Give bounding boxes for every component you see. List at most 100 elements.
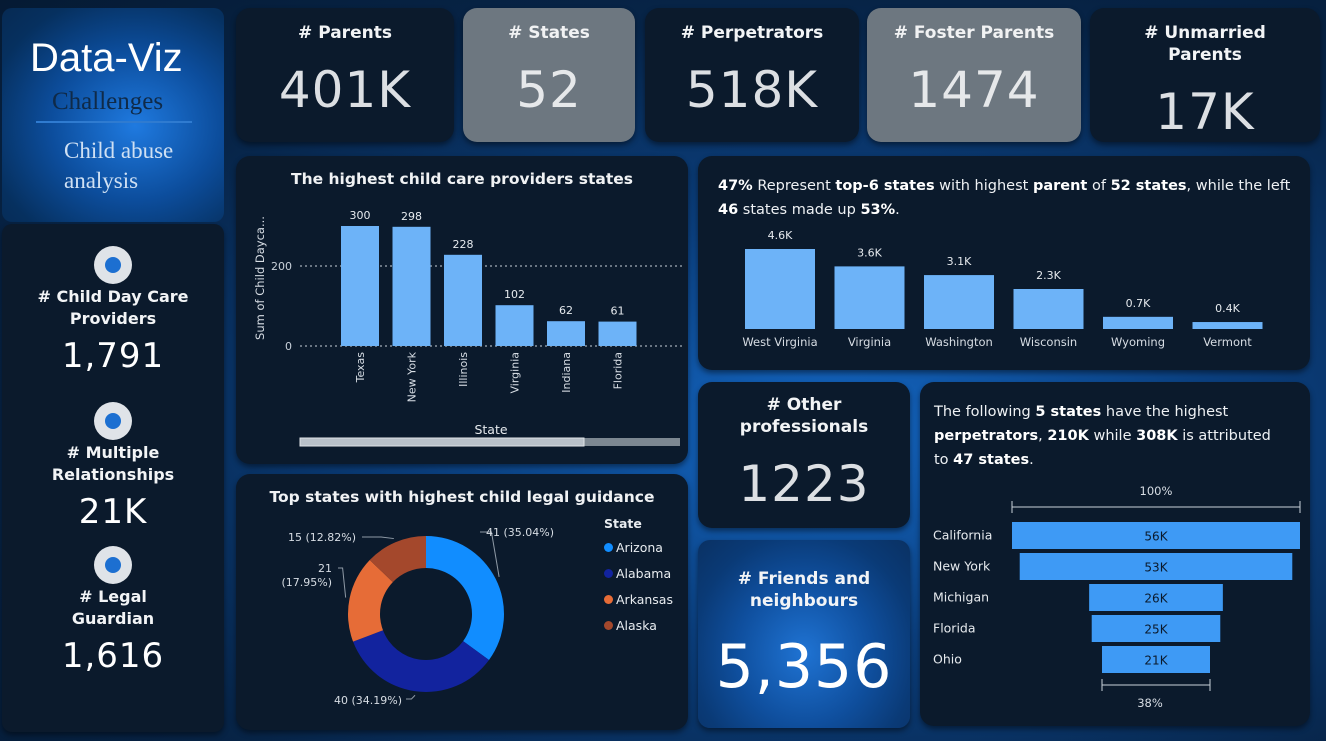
legend-label: Arizona	[616, 540, 663, 555]
kpi-card-unmarried-parents[interactable]: # Unmarried Parents 17K	[1090, 8, 1320, 142]
kpi-card-perpetrators[interactable]: # Perpetrators 518K	[645, 8, 859, 142]
perpetrators-funnel-card[interactable]: The following 5 states have the highest …	[920, 382, 1310, 726]
kpi-child-day-care[interactable]: # Child Day Care Providers 1,791	[2, 246, 224, 378]
leader-line	[406, 694, 416, 700]
parents-states-card[interactable]: 47% Represent top-6 states with highest …	[698, 156, 1310, 370]
data-label: 25K	[1144, 623, 1168, 637]
kpi-card-states[interactable]: # States 52	[463, 8, 635, 142]
data-label: 62	[559, 304, 573, 317]
data-label: 40 (34.19%)	[334, 694, 402, 707]
kpi-label: # Perpetrators	[680, 23, 824, 43]
kpi-label: # Parents	[298, 23, 392, 43]
category-label: California	[933, 528, 992, 543]
data-label: 61	[611, 305, 625, 318]
donut-slice	[426, 536, 504, 661]
legal-guidance-chart-card[interactable]: Top states with highest child legal guid…	[236, 474, 688, 730]
x-tick-label: Indiana	[560, 352, 573, 393]
bar	[444, 254, 482, 346]
bar	[745, 249, 815, 329]
kpi-value: 52	[516, 61, 582, 119]
legend-swatch	[604, 543, 613, 552]
data-label: 0.7K	[1126, 297, 1151, 310]
data-label: 41 (35.04%)	[486, 526, 554, 539]
parents-bar-chart: 4.6K West Virginia 3.6K Virginia 3.1K Washing…	[742, 229, 1263, 349]
bar	[1192, 322, 1263, 329]
kpi-label: # Legal Guardian	[71, 587, 155, 628]
bar	[392, 226, 431, 346]
kpi-value: 17K	[1155, 83, 1255, 141]
kpi-label: # Unmarried Parents	[1144, 23, 1266, 65]
kpi-legal-guardian[interactable]: # Legal Guardian 1,616	[2, 546, 224, 678]
data-label: 4.6K	[768, 229, 793, 242]
legend-swatch	[604, 595, 613, 604]
bar	[924, 275, 994, 329]
data-label: 2.3K	[1036, 269, 1061, 282]
x-tick-label: Vermont	[1203, 335, 1252, 349]
leader-line	[362, 536, 394, 540]
kpi-value: 401K	[278, 61, 412, 119]
data-label: 21K	[1144, 654, 1168, 668]
bar	[1103, 316, 1173, 329]
kpi-card-friends-neighbours[interactable]: # Friends and neighbours 5,356	[698, 540, 910, 728]
brand-title: Data-Viz	[30, 36, 183, 80]
kpi-multiple-relationships[interactable]: # Multiple Relationships 21K	[2, 402, 224, 534]
x-tick-label: Florida	[612, 352, 625, 389]
x-axis-label: State	[474, 422, 507, 437]
category-label: Florida	[933, 621, 976, 636]
kpi-card-foster-parents[interactable]: # Foster Parents 1474	[867, 8, 1081, 142]
data-label: 56K	[1144, 530, 1168, 544]
legend-item[interactable]: Arkansas	[604, 592, 673, 607]
kpi-value: 21K	[78, 492, 148, 532]
legend-item[interactable]: Alaska	[604, 618, 657, 633]
y-tick-label: 0	[285, 340, 292, 353]
child-care-providers-chart-card[interactable]: The highest child care providers states …	[236, 156, 688, 464]
data-label: 3.1K	[947, 255, 972, 268]
data-label: 26K	[1144, 592, 1168, 606]
data-label: 298	[401, 210, 422, 223]
data-label: 21	[318, 562, 332, 575]
brand-divider	[36, 121, 192, 123]
kpi-label: # Child Day Care Providers	[37, 287, 189, 328]
legend-title: State	[604, 516, 642, 531]
funnel-bottom-label: 38%	[1137, 696, 1163, 710]
legend-label: Alabama	[616, 566, 672, 581]
kpi-value: 518K	[685, 61, 819, 119]
left-kpi-panel: # Child Day Care Providers 1,791 # Multi…	[2, 224, 224, 732]
perpetrators-funnel-chart: 100% 56K California 53K New York 26K Michigan 2…	[933, 484, 1301, 710]
kpi-value: 1474	[908, 61, 1040, 119]
brand-panel: Data-Viz Challenges Child abuse analysis	[2, 8, 224, 222]
y-tick-label: 200	[271, 260, 292, 273]
data-label: 53K	[1144, 561, 1168, 575]
circle-dot-icon	[94, 402, 132, 440]
kpi-label: # States	[508, 23, 590, 43]
x-tick-label: Wisconsin	[1020, 335, 1077, 349]
bar	[1013, 289, 1084, 329]
x-tick-label: West Virginia	[742, 335, 817, 349]
legend-item[interactable]: Arizona	[604, 540, 663, 555]
legend-swatch	[604, 621, 613, 630]
brand-description: Child abuse analysis	[64, 138, 174, 193]
legend-label: Alaska	[616, 618, 657, 633]
kpi-card-other-professionals[interactable]: # Other professionals 1223	[698, 382, 910, 528]
legend-item[interactable]: Alabama	[604, 566, 671, 581]
x-tick-label: Washington	[925, 335, 993, 349]
category-label: Michigan	[933, 590, 989, 605]
funnel-top-label: 100%	[1140, 484, 1173, 498]
kpi-value: 1223	[738, 455, 870, 513]
scrollbar-thumb	[299, 437, 585, 447]
data-label: 15 (12.82%)	[288, 531, 356, 544]
kpi-label: # Multiple Relationships	[51, 443, 175, 484]
x-tick-label: Virginia	[848, 335, 891, 349]
kpi-value: 1,791	[61, 336, 165, 376]
bar	[547, 321, 585, 346]
data-label: 228	[453, 238, 474, 251]
x-tick-label: Texas	[354, 352, 367, 384]
kpi-label: # Foster Parents	[893, 23, 1055, 43]
category-label: New York	[933, 559, 991, 574]
x-tick-label: Illinois	[457, 352, 470, 387]
kpi-card-parents[interactable]: # Parents 401K	[236, 8, 454, 142]
data-label: 0.4K	[1215, 302, 1240, 315]
kpi-value: 1,616	[61, 636, 165, 676]
x-tick-label: Virginia	[509, 352, 522, 393]
legend-label: Arkansas	[616, 592, 673, 607]
